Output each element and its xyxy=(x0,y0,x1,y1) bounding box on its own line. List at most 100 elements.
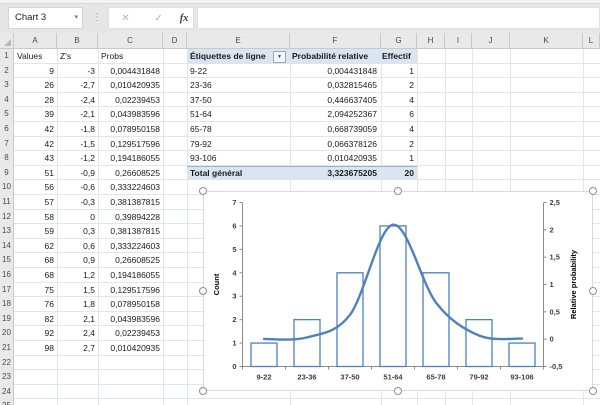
pivot-count[interactable]: 2 xyxy=(383,137,414,152)
pivot-header-row-labels[interactable]: Étiquettes de ligne xyxy=(190,49,272,64)
cell-A20[interactable]: 92 xyxy=(14,326,54,341)
cell-A19[interactable]: 82 xyxy=(14,312,54,327)
name-box-caret-icon[interactable]: ▾ xyxy=(74,8,78,28)
cell-A7[interactable]: 42 xyxy=(14,137,54,152)
column-header-E[interactable]: E xyxy=(187,33,290,48)
row-header-4[interactable]: 4 xyxy=(0,93,13,108)
cell-C20[interactable]: 0,02239453 xyxy=(98,326,160,341)
cell-A15[interactable]: 68 xyxy=(14,253,54,268)
cell-C16[interactable]: 0,194186055 xyxy=(98,268,160,283)
column-header-B[interactable]: B xyxy=(57,33,98,48)
column-header-J[interactable]: J xyxy=(472,33,510,48)
cell-B3[interactable]: -2,7 xyxy=(57,78,95,93)
cell-A16[interactable]: 68 xyxy=(14,268,54,283)
cell-B21[interactable]: 2,7 xyxy=(57,341,95,356)
cell-C13[interactable]: 0,381387815 xyxy=(98,224,160,239)
cell-B14[interactable]: 0,6 xyxy=(57,239,95,254)
row-header-5[interactable]: 5 xyxy=(0,107,13,122)
bar[interactable] xyxy=(508,342,536,368)
column-header-A[interactable]: A xyxy=(14,33,57,48)
pivot-label-93-106[interactable]: 93-106 xyxy=(190,151,270,166)
row-header-21[interactable]: 21 xyxy=(0,341,13,356)
pivot-label-51-64[interactable]: 51-64 xyxy=(190,107,270,122)
pivot-label-79-92[interactable]: 79-92 xyxy=(190,137,270,152)
cell-C4[interactable]: 0,02239453 xyxy=(98,93,160,108)
cell-A18[interactable]: 76 xyxy=(14,297,54,312)
cell-C15[interactable]: 0,26608525 xyxy=(98,253,160,268)
pivot-count[interactable]: 2 xyxy=(383,78,414,93)
pivot-prob[interactable]: 0,066378126 xyxy=(292,137,377,152)
row-header-25[interactable]: 25 xyxy=(0,399,13,405)
cell-A3[interactable]: 26 xyxy=(14,78,54,93)
cell-A17[interactable]: 75 xyxy=(14,283,54,298)
row-header-8[interactable]: 8 xyxy=(0,151,13,166)
cell-B20[interactable]: 2,4 xyxy=(57,326,95,341)
pivot-total-prob[interactable]: 3,323675205 xyxy=(292,166,377,181)
bar[interactable] xyxy=(336,272,364,368)
cell-A2[interactable]: 9 xyxy=(14,64,54,79)
column-header-D[interactable]: D xyxy=(163,33,187,48)
row-header-24[interactable]: 24 xyxy=(0,385,13,400)
cell-B18[interactable]: 1,8 xyxy=(57,297,95,312)
cell-C1[interactable]: Probs xyxy=(101,49,161,64)
pivot-total-label[interactable]: Total général xyxy=(190,166,275,181)
cell-B16[interactable]: 1,2 xyxy=(57,268,95,283)
cell-B15[interactable]: 0,9 xyxy=(57,253,95,268)
row-header-15[interactable]: 15 xyxy=(0,253,13,268)
pivot-label-9-22[interactable]: 9-22 xyxy=(190,64,270,79)
pivot-count[interactable]: 6 xyxy=(383,107,414,122)
cell-A10[interactable]: 56 xyxy=(14,180,54,195)
cell-B13[interactable]: 0,3 xyxy=(57,224,95,239)
pivot-prob[interactable]: 0,446637405 xyxy=(292,93,377,108)
column-header-F[interactable]: F xyxy=(290,33,381,48)
cell-A11[interactable]: 57 xyxy=(14,195,54,210)
cell-A21[interactable]: 98 xyxy=(14,341,54,356)
cell-C17[interactable]: 0,129517596 xyxy=(98,283,160,298)
cell-A1[interactable]: Values xyxy=(17,49,55,64)
select-all-button[interactable] xyxy=(0,33,14,48)
pivot-count[interactable]: 4 xyxy=(383,122,414,137)
column-header-G[interactable]: G xyxy=(381,33,417,48)
cell-C14[interactable]: 0,333224603 xyxy=(98,239,160,254)
cell-A12[interactable]: 58 xyxy=(14,210,54,225)
cell-A8[interactable]: 43 xyxy=(14,151,54,166)
cell-C18[interactable]: 0,078950158 xyxy=(98,297,160,312)
cell-A9[interactable]: 51 xyxy=(14,166,54,181)
pivot-header-count[interactable]: Effectif xyxy=(382,49,416,64)
formula-bar-grip-icon[interactable]: ⋮ xyxy=(92,7,102,29)
cell-B2[interactable]: -3 xyxy=(57,64,95,79)
cancel-icon[interactable]: ✕ xyxy=(114,13,138,24)
cell-A5[interactable]: 39 xyxy=(14,107,54,122)
cell-C10[interactable]: 0,333224603 xyxy=(98,180,160,195)
pivot-prob[interactable]: 2,094252367 xyxy=(292,107,377,122)
name-box[interactable]: Chart 3 ▾ xyxy=(8,7,83,29)
formula-input[interactable] xyxy=(197,7,600,29)
column-header-L[interactable]: L xyxy=(583,33,600,48)
column-header-C[interactable]: C xyxy=(98,33,163,48)
selection-handle[interactable] xyxy=(394,387,402,395)
cell-A13[interactable]: 59 xyxy=(14,224,54,239)
pivot-prob[interactable]: 0,010420935 xyxy=(292,151,377,166)
cell-B8[interactable]: -1,2 xyxy=(57,151,95,166)
cell-C3[interactable]: 0,010420935 xyxy=(98,78,160,93)
cell-C5[interactable]: 0,043983596 xyxy=(98,107,160,122)
bar[interactable] xyxy=(250,342,278,368)
cell-C9[interactable]: 0,26608525 xyxy=(98,166,160,181)
cell-B6[interactable]: -1,8 xyxy=(57,122,95,137)
cell-B11[interactable]: -0,3 xyxy=(57,195,95,210)
cell-A6[interactable]: 42 xyxy=(14,122,54,137)
cell-B4[interactable]: -2,4 xyxy=(57,93,95,108)
pivot-filter-dropdown[interactable]: ▼ xyxy=(273,50,286,63)
cell-A4[interactable]: 28 xyxy=(14,93,54,108)
cell-B10[interactable]: -0,6 xyxy=(57,180,95,195)
pivot-count[interactable]: 1 xyxy=(383,151,414,166)
pivot-label-23-36[interactable]: 23-36 xyxy=(190,78,270,93)
column-header-I[interactable]: I xyxy=(445,33,472,48)
column-header-K[interactable]: K xyxy=(510,33,583,48)
row-header-6[interactable]: 6 xyxy=(0,122,13,137)
cell-B17[interactable]: 1,5 xyxy=(57,283,95,298)
cell-A14[interactable]: 62 xyxy=(14,239,54,254)
pivot-total-count[interactable]: 20 xyxy=(383,166,414,181)
row-header-23[interactable]: 23 xyxy=(0,370,13,385)
pivot-header-prob[interactable]: Probabilité relative xyxy=(292,49,380,64)
